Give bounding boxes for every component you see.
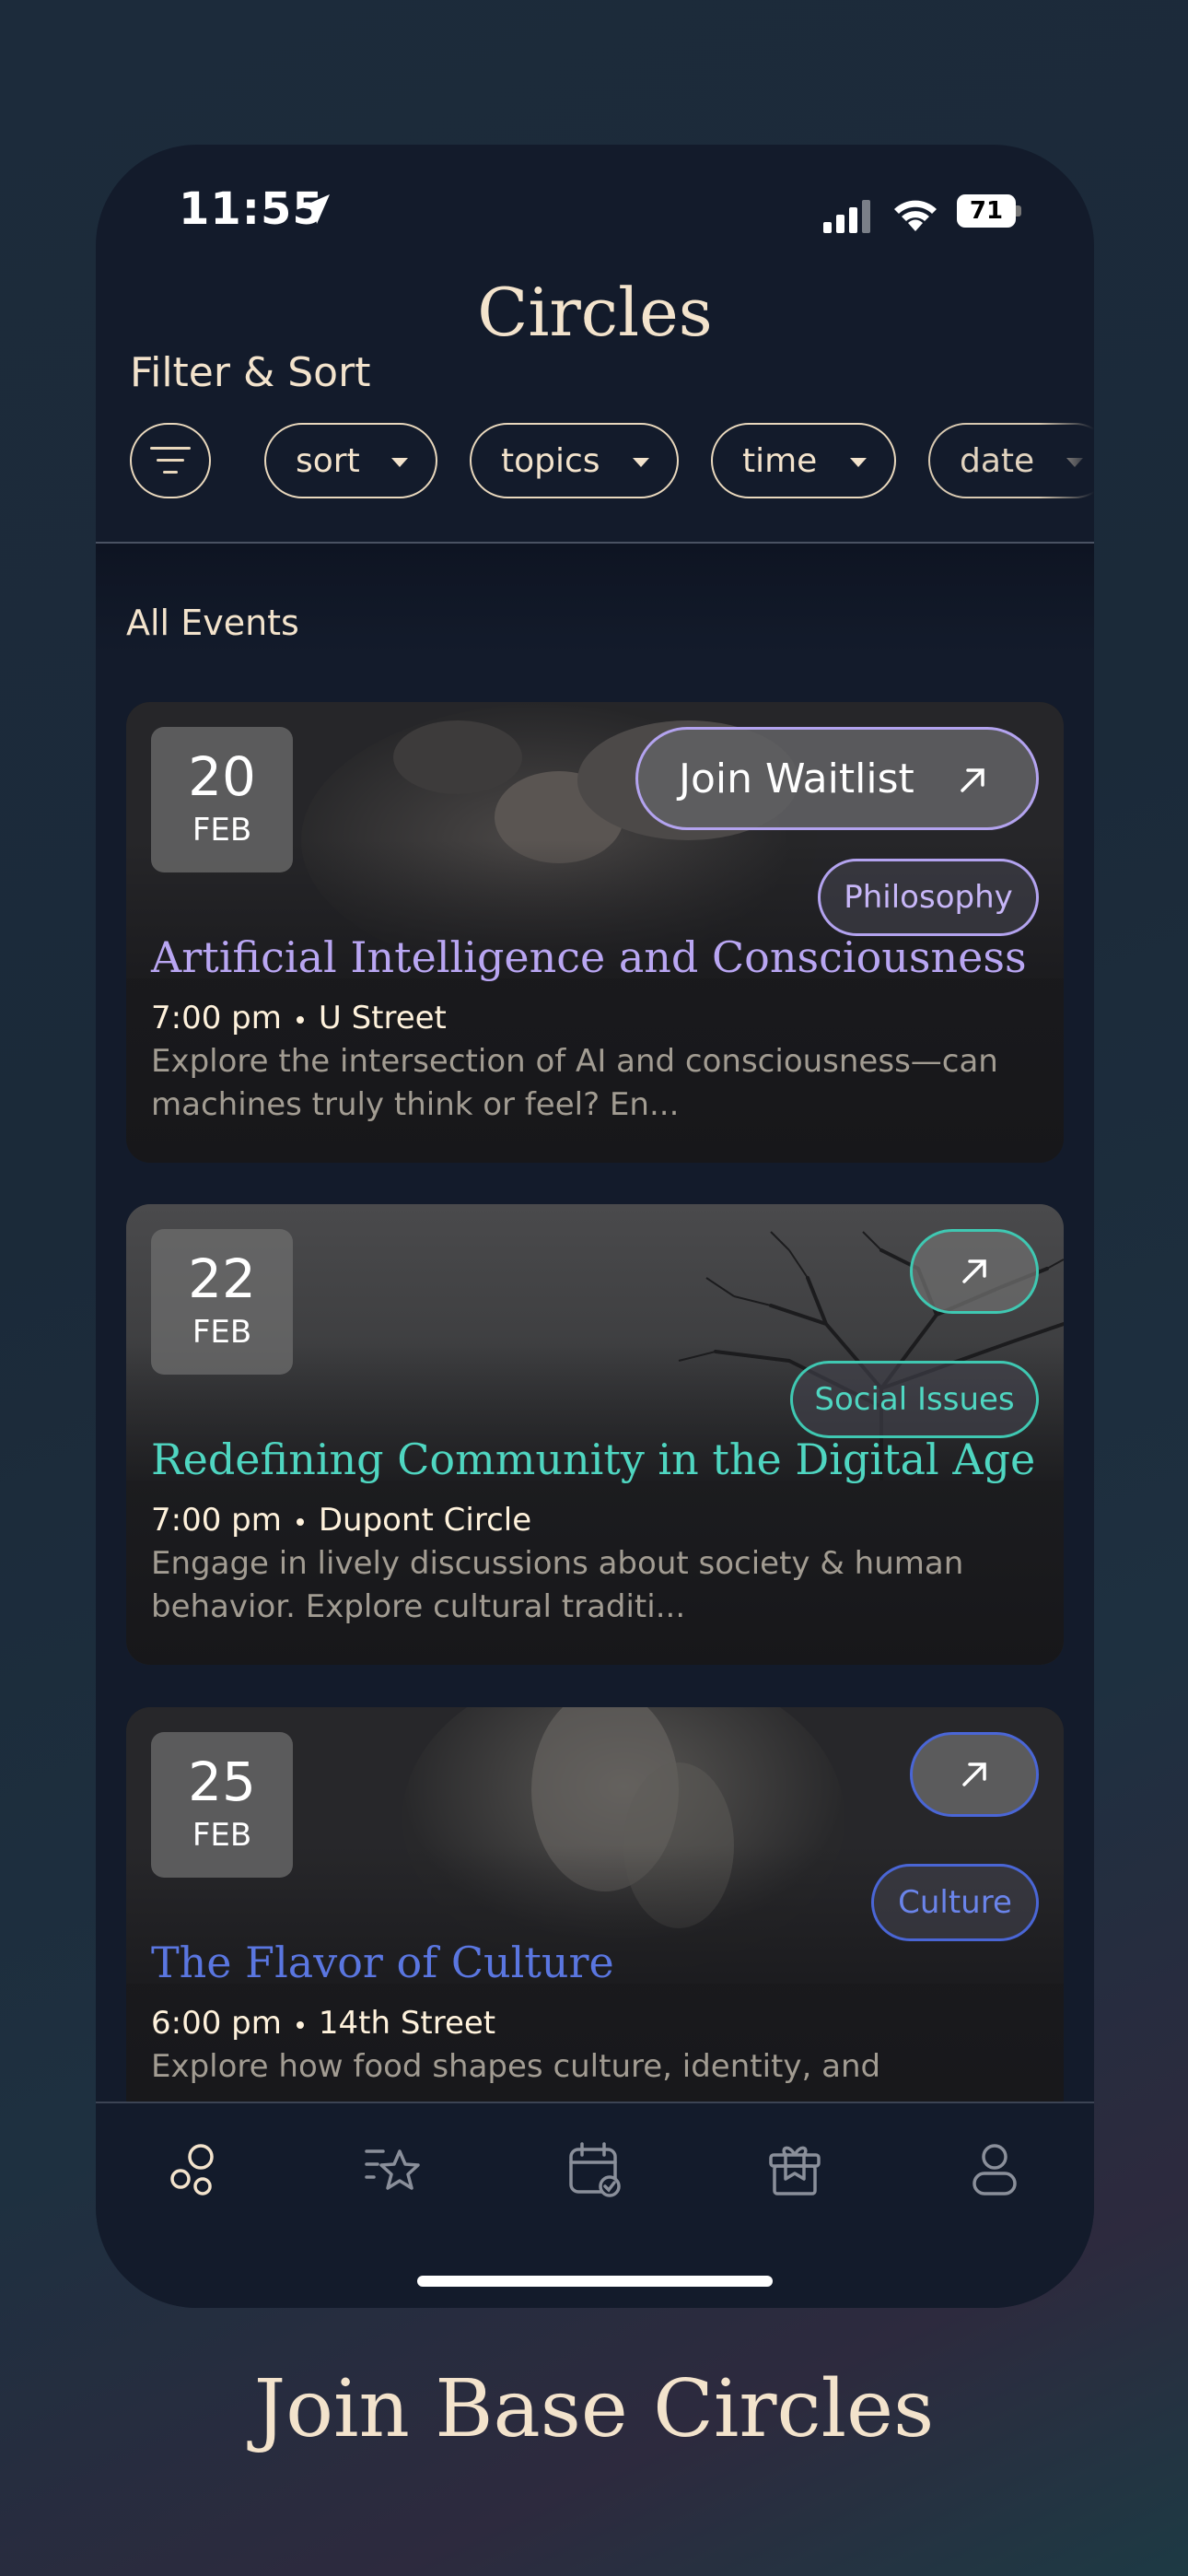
event-card[interactable]: 22 FEB Social Issues Redefining Communit… <box>126 1204 1064 1665</box>
filter-sort-heading: Filter & Sort <box>130 349 371 396</box>
favorites-list-icon[interactable] <box>363 2140 422 2199</box>
time-dropdown[interactable]: time <box>711 423 896 498</box>
join-waitlist-label: Join Waitlist <box>679 755 914 802</box>
filter-lines-icon <box>150 447 191 474</box>
page-title: Circles <box>477 274 713 351</box>
date-dropdown-label: date <box>960 441 1035 480</box>
event-meta: 7:00 pm Dupont Circle <box>151 1502 531 1539</box>
date-badge: 25 FEB <box>151 1732 293 1878</box>
status-bar: 11:55 71 <box>96 145 1094 283</box>
event-card[interactable]: 20 FEB Join Waitlist Philosophy Artifici… <box>126 702 1064 1163</box>
event-description: Engage in lively discussions about socie… <box>151 1545 964 1625</box>
caret-down-icon <box>633 458 649 467</box>
gift-icon[interactable] <box>765 2140 824 2199</box>
event-title: The Flavor of Culture <box>151 1938 614 1987</box>
arrow-up-right-icon <box>962 1762 986 1786</box>
sort-dropdown[interactable]: sort <box>264 423 437 498</box>
join-waitlist-button[interactable]: Join Waitlist <box>635 727 1039 830</box>
date-day: 20 <box>188 745 256 808</box>
event-description: Explore how food shapes culture, identit… <box>151 2048 881 2085</box>
event-meta: 7:00 pm U Street <box>151 1000 447 1036</box>
location-arrow-icon <box>300 194 330 224</box>
arrow-up-right-icon <box>961 768 984 792</box>
event-location: 14th Street <box>318 2005 496 2042</box>
cellular-signal-icon <box>823 200 870 233</box>
profile-icon[interactable] <box>965 2140 1024 2199</box>
phone-screen: 11:55 71 Circles Filter & Sort sort topi… <box>96 145 1094 2308</box>
topics-dropdown[interactable]: topics <box>470 423 679 498</box>
open-event-button[interactable] <box>910 1732 1039 1817</box>
calendar-check-icon[interactable] <box>565 2140 624 2199</box>
scroll-fade <box>1039 403 1094 532</box>
date-badge: 22 FEB <box>151 1229 293 1375</box>
arrow-up-right-icon <box>962 1259 986 1283</box>
section-label: All Events <box>126 603 299 643</box>
event-meta: 6:00 pm 14th Street <box>151 2005 495 2042</box>
event-card[interactable]: 25 FEB Culture The Flavor of Culture 6:0… <box>126 1707 1064 2122</box>
topics-dropdown-label: topics <box>501 441 600 480</box>
battery-icon: 71 <box>957 194 1021 228</box>
date-month: FEB <box>192 812 252 849</box>
home-indicator <box>417 2276 773 2287</box>
topic-tag[interactable]: Culture <box>871 1864 1039 1941</box>
time-dropdown-label: time <box>742 441 818 480</box>
topic-tag[interactable]: Philosophy <box>818 859 1039 936</box>
filter-chip-row: sort topics time date <box>130 423 1094 498</box>
caret-down-icon <box>850 458 867 467</box>
sort-dropdown-label: sort <box>296 441 360 480</box>
caret-down-icon <box>391 458 408 467</box>
circles-icon[interactable] <box>166 2140 225 2199</box>
event-description: Explore the intersection of AI and consc… <box>151 1043 998 1123</box>
topic-tag[interactable]: Social Issues <box>790 1361 1039 1438</box>
event-title: Artificial Intelligence and Consciousnes… <box>151 932 1027 982</box>
event-title: Redefining Community in the Digital Age <box>151 1434 1036 1484</box>
event-location: U Street <box>318 1000 447 1036</box>
event-time: 7:00 pm <box>151 1502 282 1539</box>
filter-button[interactable] <box>130 423 211 498</box>
tagline: Join Base Circles <box>253 2363 935 2455</box>
date-day: 25 <box>188 1751 256 1813</box>
date-day: 22 <box>188 1247 256 1310</box>
battery-level: 71 <box>957 194 1016 228</box>
date-month: FEB <box>192 1817 252 1854</box>
date-month: FEB <box>192 1314 252 1351</box>
event-time: 7:00 pm <box>151 1000 282 1036</box>
date-badge: 20 FEB <box>151 727 293 872</box>
event-time: 6:00 pm <box>151 2005 282 2042</box>
event-location: Dupont Circle <box>318 1502 532 1539</box>
open-event-button[interactable] <box>910 1229 1039 1314</box>
wifi-icon <box>894 200 937 231</box>
